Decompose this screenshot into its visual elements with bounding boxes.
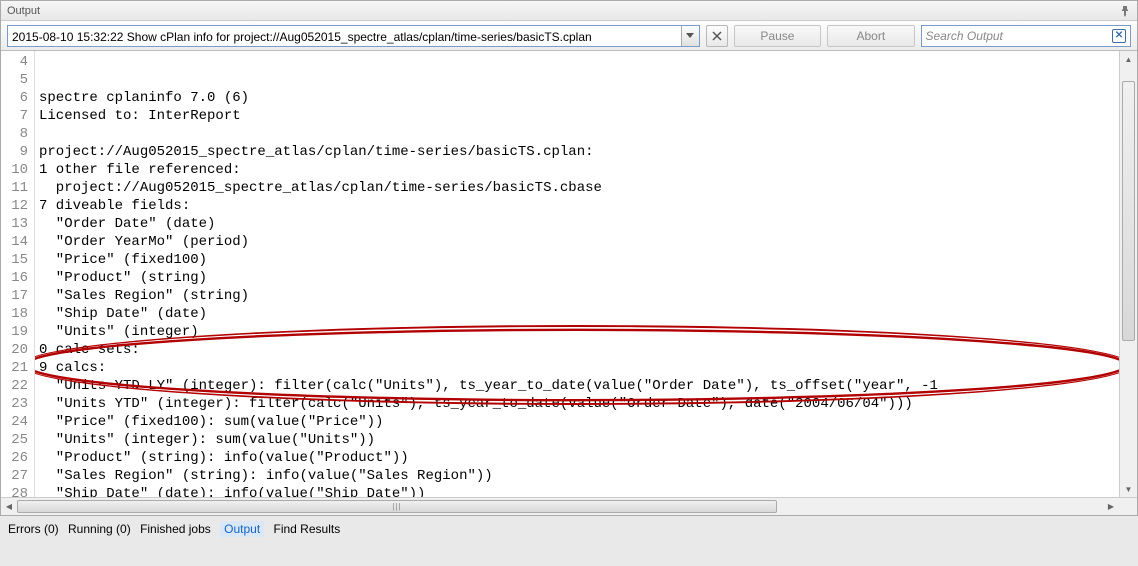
scroll-down-icon[interactable]: ▼	[1120, 481, 1137, 497]
chevron-down-icon[interactable]	[681, 26, 699, 46]
tab-find-results[interactable]: Find Results	[274, 522, 341, 536]
panel-title: Output	[7, 5, 40, 17]
pause-button[interactable]: Pause	[734, 25, 821, 47]
tab-output[interactable]: Output	[220, 521, 264, 537]
code-area: 4567891011121314151617181920212223242526…	[1, 51, 1137, 497]
code-line: Licensed to: InterReport	[39, 107, 1115, 125]
clear-button[interactable]	[706, 25, 728, 47]
code-line: "Ship Date" (date)	[39, 305, 1115, 323]
scroll-up-icon[interactable]: ▲	[1120, 51, 1137, 67]
code-line: "Product" (string)	[39, 269, 1115, 287]
tab-errors[interactable]: Errors (0)	[8, 522, 59, 536]
code-content[interactable]: spectre cplaninfo 7.0 (6)Licensed to: In…	[35, 51, 1119, 497]
code-line: "Price" (fixed100)	[39, 251, 1115, 269]
code-line: project://Aug052015_spectre_atlas/cplan/…	[39, 179, 1115, 197]
abort-button[interactable]: Abort	[827, 25, 914, 47]
code-line: "Product" (string): info(value("Product"…	[39, 449, 1115, 467]
vertical-scrollbar[interactable]: ▲ ▼	[1119, 51, 1137, 497]
code-line: spectre cplaninfo 7.0 (6)	[39, 89, 1115, 107]
code-line: "Order Date" (date)	[39, 215, 1115, 233]
code-line	[39, 125, 1115, 143]
history-combo[interactable]: 2015-08-10 15:32:22 Show cPlan info for …	[7, 25, 700, 47]
code-line: 9 calcs:	[39, 359, 1115, 377]
search-placeholder: Search Output	[926, 29, 1113, 43]
code-line: project://Aug052015_spectre_atlas/cplan/…	[39, 143, 1115, 161]
line-gutter: 4567891011121314151617181920212223242526…	[1, 51, 35, 497]
tab-finished[interactable]: Finished jobs	[140, 522, 211, 536]
output-toolbar: 2015-08-10 15:32:22 Show cPlan info for …	[1, 21, 1137, 51]
scroll-right-icon[interactable]: ▶	[1103, 498, 1119, 515]
output-panel: Output 2015-08-10 15:32:22 Show cPlan in…	[0, 0, 1138, 516]
scroll-left-icon[interactable]: ◀	[1, 498, 17, 515]
combo-text: 2015-08-10 15:32:22 Show cPlan info for …	[8, 26, 681, 46]
search-input[interactable]: Search Output ✕	[921, 25, 1132, 47]
code-line: "Sales Region" (string)	[39, 287, 1115, 305]
code-line: "Ship Date" (date): info(value("Ship Dat…	[39, 485, 1115, 497]
code-line: "Units YTD" (integer): filter(calc("Unit…	[39, 395, 1115, 413]
code-line: 0 calc sets:	[39, 341, 1115, 359]
code-line: "Order YearMo" (period)	[39, 233, 1115, 251]
code-line: 7 diveable fields:	[39, 197, 1115, 215]
clear-search-icon[interactable]: ✕	[1112, 29, 1126, 43]
panel-titlebar: Output	[1, 1, 1137, 21]
code-line: "Price" (fixed100): sum(value("Price"))	[39, 413, 1115, 431]
code-line: "Sales Region" (string): info(value("Sal…	[39, 467, 1115, 485]
hscroll-thumb[interactable]: |||	[17, 500, 777, 513]
tab-running[interactable]: Running (0)	[68, 522, 131, 536]
code-line: "Units" (integer): sum(value("Units"))	[39, 431, 1115, 449]
code-line: "Units YTD LY" (integer): filter(calc("U…	[39, 377, 1115, 395]
vscroll-thumb[interactable]	[1122, 81, 1135, 341]
horizontal-scrollbar[interactable]: ◀ ||| ▶	[1, 497, 1137, 515]
code-line: "Units" (integer)	[39, 323, 1115, 341]
code-line: 1 other file referenced:	[39, 161, 1115, 179]
hscroll-track[interactable]: |||	[17, 498, 1103, 515]
bottom-tabs: Errors (0) Running (0) Finished jobs Out…	[0, 516, 1138, 542]
pin-icon[interactable]	[1119, 5, 1131, 17]
